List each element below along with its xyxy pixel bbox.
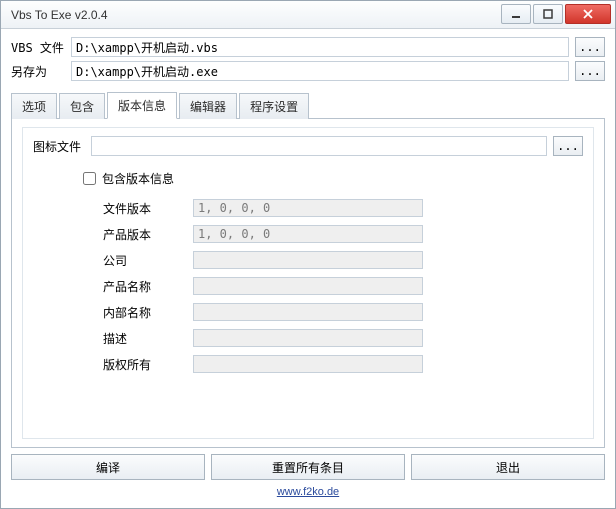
app-window: Vbs To Exe v2.0.4 VBS 文件 ... 另存为 ... <box>0 0 616 509</box>
product-name-label: 产品名称 <box>103 278 193 295</box>
icon-file-input[interactable] <box>91 136 547 156</box>
include-version-label: 包含版本信息 <box>102 170 174 187</box>
internal-name-input <box>193 303 423 321</box>
maximize-button[interactable] <box>533 4 563 24</box>
exit-button[interactable]: 退出 <box>411 454 605 480</box>
field-internal-name: 内部名称 <box>103 303 583 321</box>
content-area: VBS 文件 ... 另存为 ... 选项 包含 版本信息 编辑器 程序设置 图… <box>1 29 615 508</box>
file-version-label: 文件版本 <box>103 200 193 217</box>
tab-include[interactable]: 包含 <box>59 93 105 119</box>
version-group: 图标文件 ... 包含版本信息 文件版本 产品版本 <box>22 127 594 439</box>
copyright-input <box>193 355 423 373</box>
icon-browse-button[interactable]: ... <box>553 136 583 156</box>
footer: www.f2ko.de <box>11 484 605 498</box>
tab-bar: 选项 包含 版本信息 编辑器 程序设置 <box>11 91 605 118</box>
company-label: 公司 <box>103 252 193 269</box>
icon-file-label: 图标文件 <box>33 138 91 155</box>
tab-container: 选项 包含 版本信息 编辑器 程序设置 图标文件 ... 包含版本信息 <box>11 91 605 448</box>
tab-pane-version: 图标文件 ... 包含版本信息 文件版本 产品版本 <box>11 118 605 448</box>
description-label: 描述 <box>103 330 193 347</box>
field-product-name: 产品名称 <box>103 277 583 295</box>
field-description: 描述 <box>103 329 583 347</box>
company-input <box>193 251 423 269</box>
copyright-label: 版权所有 <box>103 356 193 373</box>
saveas-input[interactable] <box>71 61 569 81</box>
tab-version-info[interactable]: 版本信息 <box>107 92 177 119</box>
field-copyright: 版权所有 <box>103 355 583 373</box>
close-button[interactable] <box>565 4 611 24</box>
tab-program-settings[interactable]: 程序设置 <box>239 93 309 119</box>
titlebar: Vbs To Exe v2.0.4 <box>1 1 615 29</box>
window-title: Vbs To Exe v2.0.4 <box>11 8 108 22</box>
vbs-browse-button[interactable]: ... <box>575 37 605 57</box>
bottom-button-bar: 编译 重置所有条目 退出 <box>11 454 605 480</box>
compile-button[interactable]: 编译 <box>11 454 205 480</box>
field-product-version: 产品版本 <box>103 225 583 243</box>
field-file-version: 文件版本 <box>103 199 583 217</box>
tab-options[interactable]: 选项 <box>11 93 57 119</box>
vbs-file-label: VBS 文件 <box>11 39 71 56</box>
product-version-input <box>193 225 423 243</box>
internal-name-label: 内部名称 <box>103 304 193 321</box>
vbs-file-row: VBS 文件 ... <box>11 37 605 57</box>
tab-editor[interactable]: 编辑器 <box>179 93 237 119</box>
field-company: 公司 <box>103 251 583 269</box>
reset-button[interactable]: 重置所有条目 <box>211 454 405 480</box>
include-version-row: 包含版本信息 <box>83 170 583 187</box>
description-input <box>193 329 423 347</box>
file-version-input <box>193 199 423 217</box>
minimize-button[interactable] <box>501 4 531 24</box>
footer-link[interactable]: www.f2ko.de <box>277 486 339 498</box>
product-version-label: 产品版本 <box>103 226 193 243</box>
icon-file-row: 图标文件 ... <box>33 136 583 156</box>
saveas-browse-button[interactable]: ... <box>575 61 605 81</box>
window-controls <box>501 4 611 24</box>
vbs-file-input[interactable] <box>71 37 569 57</box>
product-name-input <box>193 277 423 295</box>
include-version-checkbox[interactable] <box>83 172 96 185</box>
saveas-row: 另存为 ... <box>11 61 605 81</box>
saveas-label: 另存为 <box>11 63 71 80</box>
